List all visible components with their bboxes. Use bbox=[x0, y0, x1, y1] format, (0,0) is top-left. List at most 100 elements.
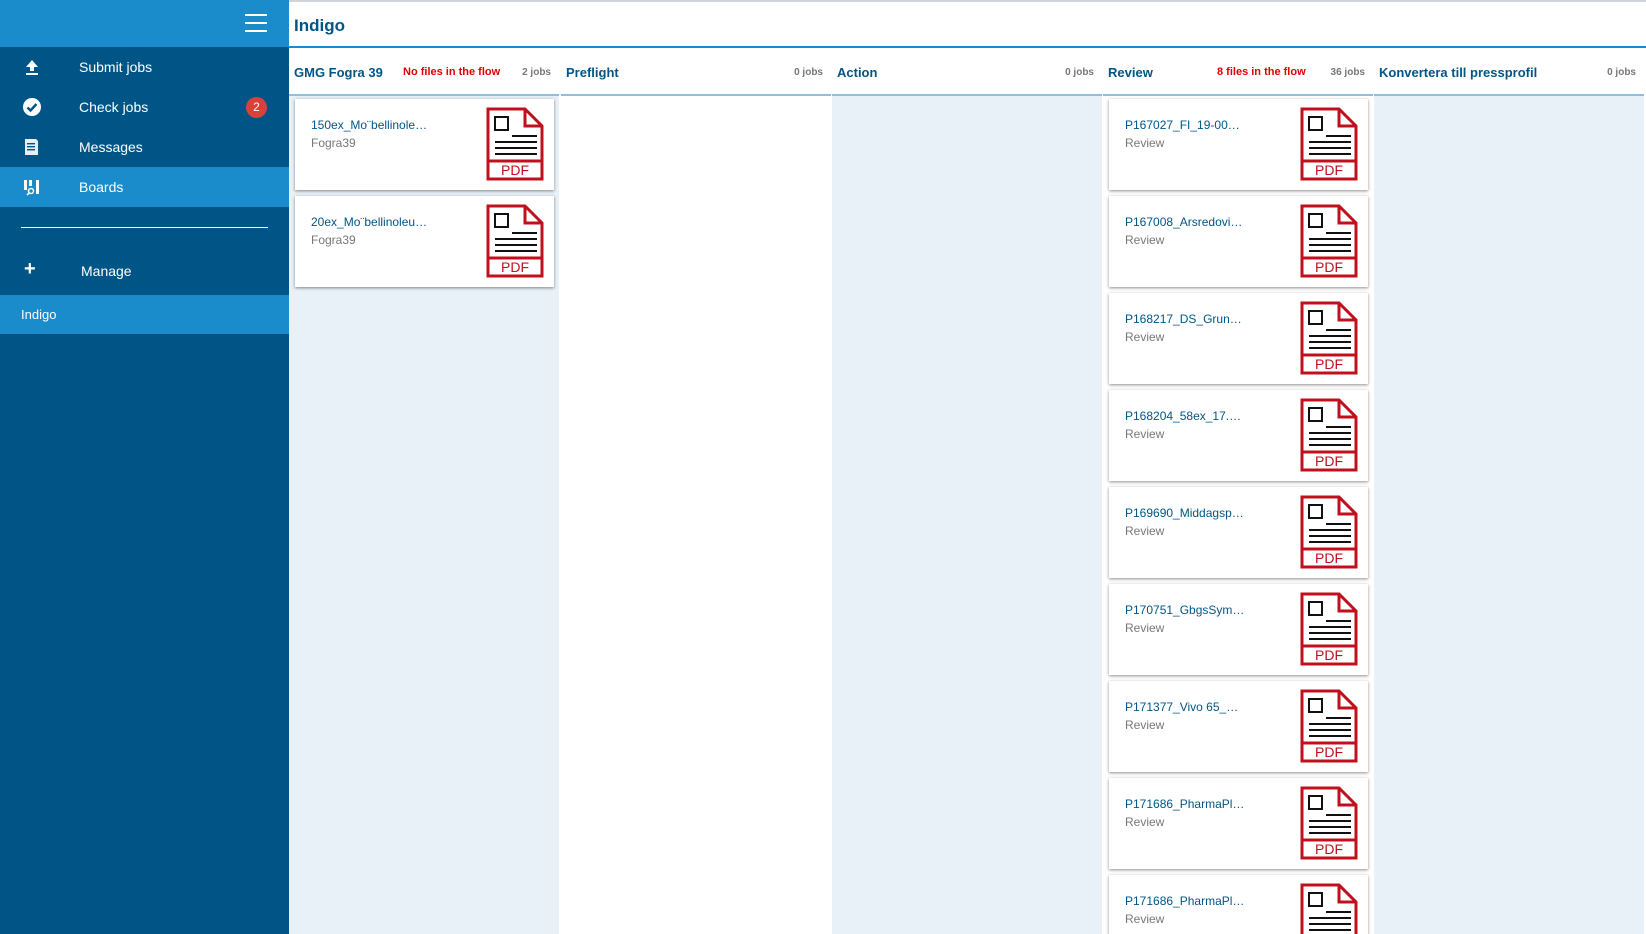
column-action: Action 0 jobs bbox=[832, 48, 1102, 934]
pdf-file-icon: PDF bbox=[1299, 398, 1359, 472]
job-file-name: 150ex_Mo¨bellinole… bbox=[311, 118, 428, 132]
job-card[interactable]: 20ex_Mo¨bellinoleu… Fogra39 PDF bbox=[295, 196, 554, 287]
svg-text:PDF: PDF bbox=[1315, 841, 1343, 857]
sidebar-item-label: Messages bbox=[79, 139, 143, 155]
job-stage: Fogra39 bbox=[311, 233, 356, 247]
job-card[interactable]: P171377_Vivo 65_… Review PDF bbox=[1109, 681, 1368, 772]
check-circle-icon bbox=[22, 97, 42, 117]
column-header: Review 8 files in the flow 36 jobs bbox=[1103, 48, 1373, 96]
job-stage: Review bbox=[1125, 912, 1165, 926]
sidebar-item-label: Submit jobs bbox=[79, 59, 153, 75]
sidebar-header bbox=[0, 0, 289, 47]
pdf-file-icon: PDF bbox=[1299, 495, 1359, 569]
job-card[interactable]: P171686_PharmaPl… Review PDF bbox=[1109, 875, 1368, 934]
pdf-file-icon: PDF bbox=[1299, 689, 1359, 763]
sidebar-item-boards[interactable]: Boards bbox=[0, 167, 289, 207]
messages-icon bbox=[22, 137, 42, 157]
job-count: 0 jobs bbox=[1065, 67, 1094, 78]
column-title: Review bbox=[1108, 65, 1153, 80]
notification-badge: 2 bbox=[246, 97, 267, 118]
hamburger-menu-icon[interactable] bbox=[245, 14, 267, 34]
flow-status: 8 files in the flow bbox=[1217, 66, 1306, 78]
job-file-name: P167027_FI_19-00… bbox=[1125, 118, 1240, 132]
job-count: 0 jobs bbox=[794, 67, 823, 78]
upload-icon bbox=[22, 57, 42, 77]
pdf-file-icon: PDF bbox=[1299, 786, 1359, 860]
job-file-name: P169690_Middagsp… bbox=[1125, 506, 1244, 520]
pdf-file-icon: PDF bbox=[1299, 204, 1359, 278]
sidebar-item-label: Boards bbox=[79, 179, 124, 195]
column-title: Action bbox=[837, 65, 878, 80]
column-header: Konvertera till pressprofil 0 jobs bbox=[1374, 48, 1644, 96]
sidebar-item-label: Check jobs bbox=[79, 99, 149, 115]
column-header: GMG Fogra 39 No files in the flow 2 jobs bbox=[289, 48, 559, 96]
pdf-file-icon: PDF bbox=[1299, 107, 1359, 181]
column-preflight: Preflight 0 jobs bbox=[561, 48, 831, 934]
job-stage: Review bbox=[1125, 718, 1165, 732]
svg-text:PDF: PDF bbox=[1315, 453, 1343, 469]
sidebar-item-manage[interactable]: + Manage bbox=[0, 251, 289, 291]
column-title: Konvertera till pressprofil bbox=[1379, 65, 1538, 80]
job-card[interactable]: P168217_DS_Grun… Review PDF bbox=[1109, 293, 1368, 384]
svg-text:PDF: PDF bbox=[1315, 744, 1343, 760]
job-count: 2 jobs bbox=[522, 67, 551, 78]
column-title: GMG Fogra 39 bbox=[294, 65, 383, 80]
job-count: 0 jobs bbox=[1607, 67, 1636, 78]
app-root: Submit jobs Check jobs 2 Messages Boards… bbox=[0, 0, 1646, 934]
job-file-name: 20ex_Mo¨bellinoleu… bbox=[311, 215, 428, 229]
job-stage: Review bbox=[1125, 136, 1165, 150]
job-file-name: P170751_GbgsSym… bbox=[1125, 603, 1245, 617]
pdf-file-icon: PDF bbox=[485, 107, 545, 181]
boards-icon bbox=[22, 177, 42, 197]
sidebar-item-submit-jobs[interactable]: Submit jobs bbox=[0, 47, 289, 87]
svg-text:PDF: PDF bbox=[1315, 550, 1343, 566]
plus-icon: + bbox=[24, 258, 36, 280]
sidebar-board-label: Indigo bbox=[21, 307, 57, 322]
svg-text:PDF: PDF bbox=[501, 162, 529, 178]
job-card[interactable]: P171686_PharmaPl… Review PDF bbox=[1109, 778, 1368, 869]
flow-status: No files in the flow bbox=[403, 66, 501, 78]
job-stage: Review bbox=[1125, 233, 1165, 247]
column-title: Preflight bbox=[566, 65, 619, 80]
job-stage: Review bbox=[1125, 524, 1165, 538]
job-stage: Review bbox=[1125, 427, 1165, 441]
sidebar-board-indigo[interactable]: Indigo bbox=[0, 295, 289, 334]
job-stage: Review bbox=[1125, 815, 1165, 829]
sidebar-item-label: Manage bbox=[81, 263, 132, 279]
job-file-name: P171377_Vivo 65_… bbox=[1125, 700, 1239, 714]
job-file-name: P171686_PharmaPl… bbox=[1125, 894, 1245, 908]
sidebar-divider bbox=[21, 227, 268, 228]
job-count: 36 jobs bbox=[1330, 67, 1365, 78]
svg-text:PDF: PDF bbox=[501, 259, 529, 275]
column-gmg-fogra-39: GMG Fogra 39 No files in the flow 2 jobs… bbox=[289, 48, 559, 934]
pdf-file-icon: PDF bbox=[485, 204, 545, 278]
svg-text:PDF: PDF bbox=[1315, 162, 1343, 178]
sidebar-item-check-jobs[interactable]: Check jobs 2 bbox=[0, 87, 289, 127]
column-review: Review 8 files in the flow 36 jobs P1670… bbox=[1103, 48, 1373, 934]
job-card[interactable]: P167008_Arsredovi… Review PDF bbox=[1109, 196, 1368, 287]
job-stage: Review bbox=[1125, 330, 1165, 344]
job-card[interactable]: 150ex_Mo¨bellinole… Fogra39 PDF bbox=[295, 99, 554, 190]
column-header: Preflight 0 jobs bbox=[561, 48, 831, 96]
column-konvertera-till-pressprofil: Konvertera till pressprofil 0 jobs bbox=[1374, 48, 1644, 934]
job-file-name: P168204_58ex_17.… bbox=[1125, 409, 1242, 423]
pdf-file-icon: PDF bbox=[1299, 883, 1359, 934]
job-stage: Review bbox=[1125, 621, 1165, 635]
svg-text:PDF: PDF bbox=[1315, 259, 1343, 275]
column-header: Action 0 jobs bbox=[832, 48, 1102, 96]
job-card[interactable]: P168204_58ex_17.… Review PDF bbox=[1109, 390, 1368, 481]
svg-text:PDF: PDF bbox=[1315, 356, 1343, 372]
svg-text:PDF: PDF bbox=[1315, 647, 1343, 663]
sidebar: Submit jobs Check jobs 2 Messages Boards… bbox=[0, 0, 289, 934]
page-title: Indigo bbox=[294, 16, 345, 35]
pdf-file-icon: PDF bbox=[1299, 301, 1359, 375]
job-file-name: P171686_PharmaPl… bbox=[1125, 797, 1245, 811]
job-card[interactable]: P169690_Middagsp… Review PDF bbox=[1109, 487, 1368, 578]
job-file-name: P167008_Arsredovi… bbox=[1125, 215, 1243, 229]
job-card[interactable]: P170751_GbgsSym… Review PDF bbox=[1109, 584, 1368, 675]
job-stage: Fogra39 bbox=[311, 136, 356, 150]
pdf-file-icon: PDF bbox=[1299, 592, 1359, 666]
sidebar-item-messages[interactable]: Messages bbox=[0, 127, 289, 167]
page-header: Indigo bbox=[289, 0, 1646, 48]
job-card[interactable]: P167027_FI_19-00… Review PDF bbox=[1109, 99, 1368, 190]
